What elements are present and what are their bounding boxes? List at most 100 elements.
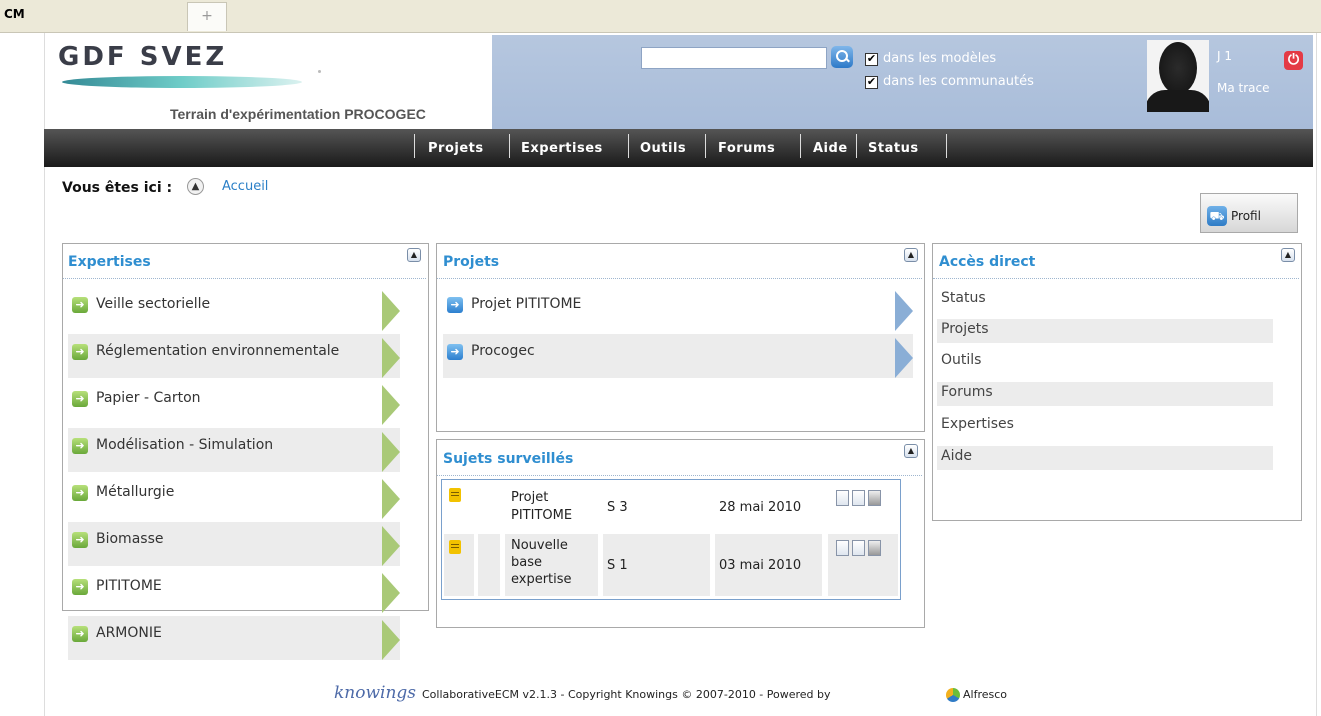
table-cell: 28 mai 2010 — [715, 482, 822, 530]
message-icon — [449, 540, 461, 554]
list-item-label: Procogec — [471, 343, 535, 359]
home-icon[interactable]: ▲ — [187, 178, 204, 195]
list-item[interactable]: ➜ Procogec — [443, 334, 913, 378]
arrow-right-icon: ➜ — [72, 532, 88, 548]
chevron-right-icon — [895, 338, 913, 378]
collapse-icon[interactable]: ▲ — [904, 248, 918, 262]
edit-icon[interactable] — [852, 490, 865, 506]
subject-name[interactable]: expertise — [511, 572, 572, 587]
arrow-right-icon: ➜ — [72, 344, 88, 360]
subject-name[interactable]: PITITOME — [511, 508, 572, 523]
table-row[interactable]: Projet PITITOME — [505, 482, 598, 530]
list-item-label: ARMONIE — [96, 625, 162, 641]
chevron-right-icon — [382, 385, 400, 425]
nav-aide[interactable]: Aide — [813, 141, 848, 156]
new-tab-button[interactable]: + — [187, 2, 227, 31]
list-item[interactable]: ➜ Papier - Carton — [68, 381, 400, 425]
view-icon[interactable] — [836, 540, 849, 556]
expertises-title: Expertises — [68, 254, 151, 270]
list-item[interactable]: ➜ Modélisation - Simulation — [68, 428, 400, 472]
list-item[interactable]: ➜ Projet PITITOME — [443, 287, 913, 331]
table-cell: S 3 — [603, 482, 710, 530]
trash-icon[interactable] — [868, 540, 881, 556]
search-input[interactable] — [641, 47, 827, 69]
alfresco-link[interactable]: Alfresco — [963, 688, 1007, 701]
avatar[interactable] — [1147, 40, 1209, 112]
arrow-right-icon: ➜ — [72, 626, 88, 642]
nav-status[interactable]: Status — [868, 141, 919, 156]
list-item[interactable]: ➜ Métallurgie — [68, 475, 400, 519]
acces-direct-label[interactable]: Expertises — [941, 416, 1014, 432]
logo-swoosh-icon — [62, 76, 302, 88]
subject-name[interactable]: Nouvelle — [511, 538, 568, 553]
acces-direct-label[interactable]: Projets — [941, 321, 989, 337]
list-item[interactable]: ➜ ARMONIE — [68, 616, 400, 660]
profil-button[interactable]: ⛟ Profil — [1200, 193, 1298, 233]
collapse-icon[interactable]: ▲ — [1281, 248, 1295, 262]
ma-trace-link[interactable]: Ma trace — [1217, 81, 1270, 95]
table-row[interactable]: Nouvelle base expertise — [505, 534, 598, 596]
nav-expertises[interactable]: Expertises — [521, 141, 603, 156]
arrow-right-icon: ➜ — [447, 344, 463, 360]
breadcrumb-home-link[interactable]: Accueil — [222, 179, 268, 194]
subject-name[interactable]: Projet — [511, 490, 548, 505]
message-icon — [449, 488, 461, 502]
table-cell: 03 mai 2010 — [715, 534, 822, 596]
acces-direct-label[interactable]: Outils — [941, 352, 981, 368]
list-item[interactable]: ➜ PITITOME — [68, 569, 400, 613]
knowings-logo: knowings — [334, 683, 417, 703]
acces-direct-item[interactable]: Status — [937, 288, 1273, 312]
acces-direct-item[interactable]: Outils — [937, 350, 1273, 374]
projets-title: Projets — [443, 254, 500, 270]
table-cell: S 1 — [603, 534, 710, 596]
table-cell — [478, 534, 500, 596]
check-communities-checkbox[interactable]: ✔ — [865, 76, 878, 89]
collapse-icon[interactable]: ▲ — [904, 444, 918, 458]
subject-name[interactable]: base — [511, 555, 542, 570]
browser-tab-strip: CM + — [0, 0, 1321, 33]
arrow-right-icon: ➜ — [72, 391, 88, 407]
arrow-right-icon: ➜ — [72, 579, 88, 595]
nav-outils[interactable]: Outils — [640, 141, 686, 156]
list-item-label: Modélisation - Simulation — [96, 437, 274, 453]
acces-direct-item[interactable]: Expertises — [937, 414, 1273, 438]
subject-date: 03 mai 2010 — [719, 558, 802, 573]
list-item-label: Veille sectorielle — [96, 296, 211, 312]
acces-direct-label[interactable]: Aide — [941, 448, 972, 464]
table-cell — [828, 534, 898, 596]
check-models-checkbox[interactable]: ✔ — [865, 53, 878, 66]
arrow-right-icon: ➜ — [447, 297, 463, 313]
table-cell — [444, 534, 474, 596]
list-item[interactable]: ➜ Réglementation environnementale — [68, 334, 400, 378]
list-item-label: Réglementation environnementale — [96, 343, 340, 359]
trash-icon[interactable] — [868, 490, 881, 506]
nav-projets[interactable]: Projets — [428, 141, 484, 156]
view-icon[interactable] — [836, 490, 849, 506]
arrow-right-icon: ➜ — [72, 297, 88, 313]
list-item-label: Biomasse — [96, 531, 164, 547]
acces-direct-item[interactable]: Aide — [937, 446, 1273, 470]
table-cell — [828, 482, 898, 530]
chevron-right-icon — [382, 573, 400, 613]
chevron-right-icon — [382, 526, 400, 566]
list-item-label: Projet PITITOME — [471, 296, 582, 312]
acces-direct-title: Accès direct — [939, 254, 1036, 270]
acces-direct-item[interactable]: Forums — [937, 382, 1273, 406]
nav-forums[interactable]: Forums — [718, 141, 775, 156]
list-item[interactable]: ➜ Veille sectorielle — [68, 287, 400, 331]
user-name-link[interactable]: J 1 — [1217, 49, 1232, 63]
acces-direct-label[interactable]: Forums — [941, 384, 993, 400]
list-item[interactable]: ➜ Biomasse — [68, 522, 400, 566]
footer-copyright: CollaborativeECM v2.1.3 - Copyright Know… — [422, 688, 831, 701]
browser-tab-label[interactable]: CM — [4, 7, 25, 21]
gdf-suez-logo[interactable]: GDF SVEZ — [58, 42, 227, 72]
collapse-icon[interactable]: ▲ — [407, 248, 421, 262]
check-models-label: dans les modèles — [883, 51, 997, 66]
acces-direct-item[interactable]: Projets — [937, 319, 1273, 343]
search-button[interactable] — [831, 46, 853, 68]
list-item-label: Papier - Carton — [96, 390, 201, 406]
table-cell — [444, 482, 474, 530]
edit-icon[interactable] — [852, 540, 865, 556]
acces-direct-label[interactable]: Status — [941, 290, 986, 306]
logout-power-icon[interactable]: ⏻ — [1284, 51, 1303, 70]
